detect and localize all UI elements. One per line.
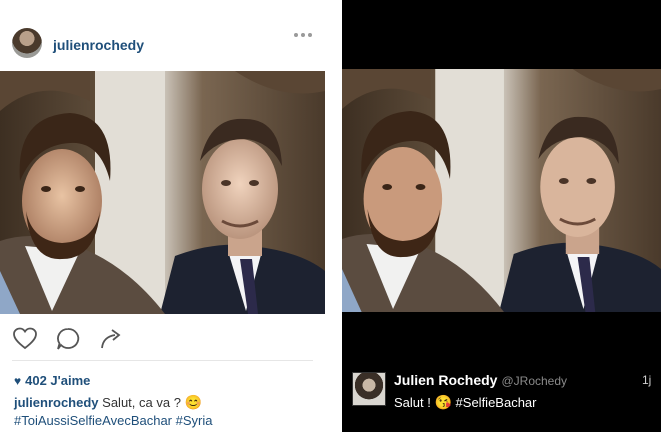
avatar[interactable] (12, 28, 42, 58)
heart-outline-icon[interactable] (12, 326, 38, 352)
heart-filled-icon: ♥ (14, 374, 22, 388)
likes-count[interactable]: ♥ 402 J'aime (14, 373, 90, 388)
tweet-photo[interactable] (342, 69, 661, 312)
comment-bubble-icon[interactable] (55, 326, 81, 352)
caption-hashtags[interactable]: #ToiAussiSelfieAvecBachar #Syria (14, 413, 212, 428)
username-link[interactable]: julienrochedy (53, 37, 144, 53)
author-name: Julien Rochedy (394, 372, 498, 388)
smile-emoji: 😊 (184, 394, 202, 410)
instagram-post: julienrochedy ♥ 402 J'aime julienrochedy… (0, 0, 325, 432)
post-photo[interactable] (0, 71, 325, 314)
tweet-author[interactable]: Julien Rochedy @JRochedy (394, 372, 567, 388)
tweet-hashtag[interactable]: #SelfieBachar (456, 395, 537, 410)
post-header: julienrochedy (0, 22, 325, 66)
caption-username[interactable]: julienrochedy (14, 395, 99, 410)
more-dots-icon[interactable] (293, 32, 313, 48)
caption-text: Salut, ca va ? (102, 395, 181, 410)
kiss-emoji: 😘 (434, 394, 452, 410)
avatar[interactable] (352, 372, 386, 406)
tweet-timestamp: 1j (642, 373, 652, 387)
panel-gap (325, 0, 342, 432)
tweet-panel: Julien Rochedy @JRochedy 1j Salut ! 😘 #Se… (342, 0, 661, 432)
tweet-text: Salut ! 😘 #SelfieBachar (394, 394, 537, 411)
caption: julienrochedy Salut, ca va ? 😊 (14, 394, 202, 411)
author-handle: @JRochedy (501, 374, 568, 388)
likes-label: 402 J'aime (25, 373, 91, 388)
tweet-text-start: Salut ! (394, 395, 431, 410)
divider (12, 360, 313, 361)
share-arrow-icon[interactable] (98, 326, 124, 352)
post-actions (0, 322, 325, 356)
